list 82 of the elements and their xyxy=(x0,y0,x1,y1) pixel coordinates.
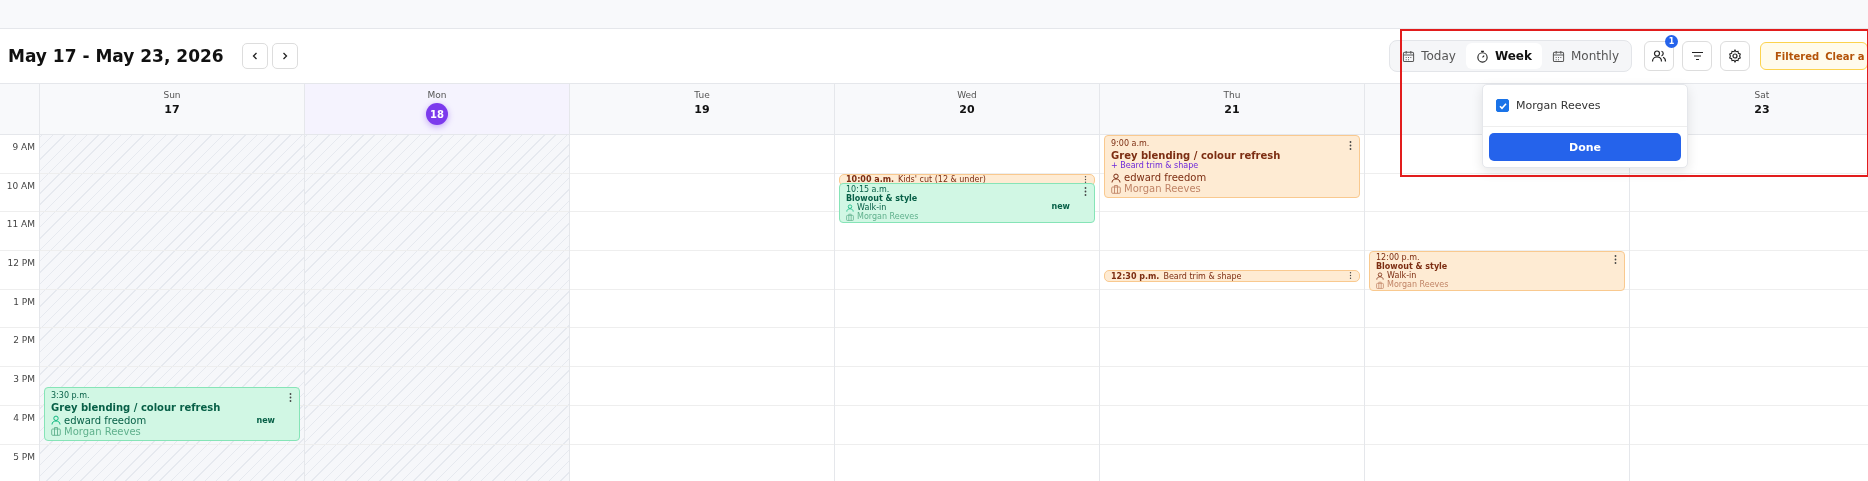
hour-label: 3 PM xyxy=(13,374,35,385)
staff-name: Morgan Reeves xyxy=(1124,183,1201,194)
day-name: Mon xyxy=(427,90,447,100)
hour-label: 9 AM xyxy=(12,142,35,152)
settings-button[interactable] xyxy=(1720,41,1750,71)
more-options-icon[interactable] xyxy=(1084,175,1087,183)
view-tab[interactable]: Monthly xyxy=(1541,43,1629,69)
view-tab[interactable]: Today xyxy=(1392,43,1466,69)
client-name: Walk-in xyxy=(1387,271,1417,281)
appointment-service: Blowout & style xyxy=(846,194,918,204)
person-icon xyxy=(846,203,854,212)
staff-name: Morgan Reeves xyxy=(64,425,141,437)
calendar-icon xyxy=(1551,49,1565,63)
day-name: Sun xyxy=(163,90,181,100)
day-date: 18 xyxy=(426,103,448,125)
day-name: Thu xyxy=(1223,90,1241,100)
hour-label: 2 PM xyxy=(13,335,35,346)
briefcase-icon xyxy=(51,426,61,437)
checkbox[interactable] xyxy=(1496,99,1509,112)
staff-name: Morgan Reeves xyxy=(1387,280,1449,290)
client-name: edward freedom xyxy=(64,414,147,426)
staff-option[interactable]: Morgan Reeves xyxy=(1483,85,1687,127)
client-name: edward freedom xyxy=(1124,172,1207,183)
new-tag: new xyxy=(256,415,275,425)
appointment-card[interactable]: 12:30 p.m. Beard trim & shape xyxy=(1104,270,1360,283)
filtered-label: Filtered xyxy=(1775,50,1820,62)
day-date: 20 xyxy=(959,103,975,116)
appointment-service: Grey blending / colour refresh xyxy=(51,401,221,413)
hour-label: 4 PM xyxy=(13,412,35,423)
day-name: Wed xyxy=(957,90,977,100)
hour-label: 1 PM xyxy=(13,296,35,307)
stopwatch-icon xyxy=(1475,49,1489,63)
person-icon xyxy=(1376,271,1384,280)
appointment-time: 12:00 p.m. xyxy=(1376,253,1420,263)
appointment-time: 10:15 a.m. xyxy=(846,185,890,195)
day-name: Sat xyxy=(1754,90,1770,100)
more-options-icon[interactable] xyxy=(1349,141,1352,150)
view-tab[interactable]: Week xyxy=(1465,43,1542,69)
appointment-card[interactable]: 9:00 a.m. Grey blending / colour refresh + Beard trim & shape edward freedom Morgan Reeves xyxy=(1104,135,1360,198)
appointment-card[interactable]: 12:00 p.m. Blowout & style Walk-in Morgan Reeves xyxy=(1369,251,1625,292)
calendar-icon xyxy=(1402,49,1416,63)
settings-icon xyxy=(1728,49,1742,63)
briefcase-icon xyxy=(1111,183,1121,194)
count-badge: 1 xyxy=(1665,35,1678,48)
date-range-title: May 17 - May 23, 2026 xyxy=(8,46,224,66)
new-tag: new xyxy=(1051,202,1070,212)
more-options-icon[interactable] xyxy=(1349,272,1352,280)
hour-label: 10 AM xyxy=(6,180,35,191)
appointment-card[interactable]: 3:30 p.m. Grey blending / colour refresh edward freedom Morgan Reeves new xyxy=(44,386,300,441)
checkmark-icon xyxy=(1497,100,1508,111)
day-date: 19 xyxy=(694,103,710,116)
day-date: 17 xyxy=(164,103,180,116)
hour-label: 5 PM xyxy=(13,451,35,462)
appointment-service: Kids' cut (12 & under) xyxy=(898,175,986,185)
filter-icon xyxy=(1690,51,1704,61)
appointment-time: 12:30 p.m. xyxy=(1111,271,1160,281)
more-options-icon[interactable] xyxy=(289,392,292,402)
hour-label: 12 PM xyxy=(7,258,35,269)
appointment-time: 10:00 a.m. xyxy=(846,175,895,185)
appointment-time: 9:00 a.m. xyxy=(1111,139,1150,148)
client-name: Walk-in xyxy=(857,203,887,213)
appointment-service: Blowout & style xyxy=(1376,262,1448,272)
briefcase-icon xyxy=(846,212,854,221)
add-on-service: + Beard trim & shape xyxy=(1111,161,1199,170)
hour-label: 11 AM xyxy=(6,219,35,230)
day-name: Tue xyxy=(694,90,710,100)
people-icon xyxy=(1651,49,1667,63)
day-date: 23 xyxy=(1754,103,1770,116)
done-button[interactable]: Done xyxy=(1489,133,1681,161)
appointment-time: 3:30 p.m. xyxy=(51,390,90,400)
briefcase-icon xyxy=(1376,280,1384,289)
more-options-icon[interactable] xyxy=(1084,187,1087,197)
appointment-card[interactable]: 10:15 a.m. Blowout & style Walk-in Morgan Reeves new xyxy=(839,183,1095,224)
filter-button[interactable] xyxy=(1682,41,1712,71)
day-date: 21 xyxy=(1224,103,1240,116)
person-icon xyxy=(1111,172,1121,183)
clear-all-link[interactable]: Clear a xyxy=(1825,50,1865,62)
appointment-service: Grey blending / colour refresh xyxy=(1111,150,1281,161)
more-options-icon[interactable] xyxy=(1614,255,1617,265)
staff-name: Morgan Reeves xyxy=(857,212,919,222)
appointment-service: Beard trim & shape xyxy=(1163,271,1242,281)
person-icon xyxy=(51,415,61,426)
